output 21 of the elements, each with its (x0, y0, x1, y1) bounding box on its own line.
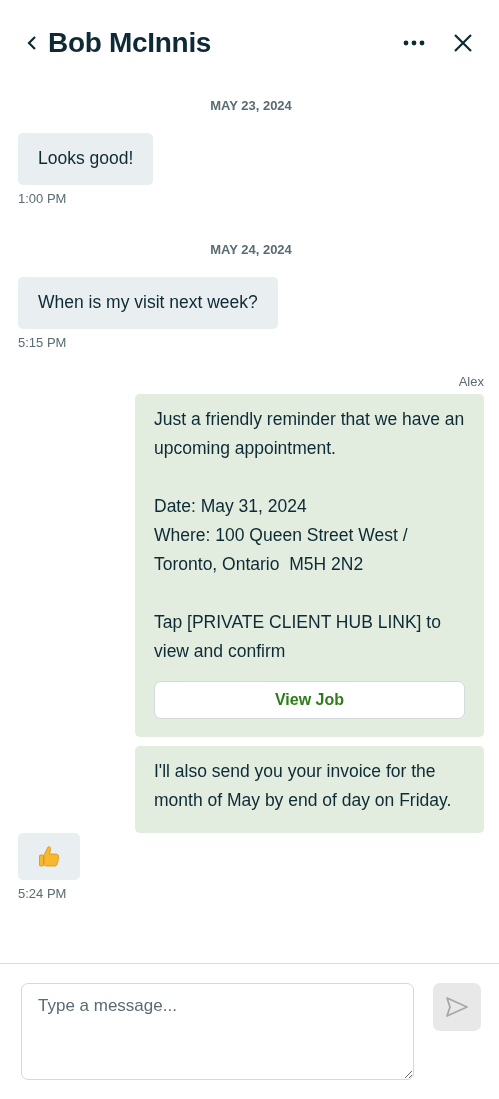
send-icon (445, 996, 469, 1018)
close-icon (453, 33, 473, 53)
date-divider: MAY 23, 2024 (209, 98, 293, 113)
close-button[interactable] (453, 33, 473, 53)
more-button[interactable] (403, 40, 425, 46)
message-text: I'll also send you your invoice for the month of May by end of day on Friday. (154, 761, 452, 810)
date-divider: MAY 24, 2024 (209, 242, 293, 257)
message-time: 1:00 PM (18, 191, 67, 206)
message-input[interactable]: Type a message... (21, 983, 414, 1080)
back-button[interactable] (26, 34, 38, 52)
message-time: 5:15 PM (18, 335, 67, 350)
message-text: Just a friendly reminder that we have an upcoming appointment. Date: May 31, 2024 Where: 100 Queen Street West / Toronto, Ontario M5H 2N2 Tap [PRIVATE CLIENT HUB LINK] to view and confirm (154, 409, 466, 661)
sender-name: Alex (458, 374, 484, 389)
view-job-button[interactable]: View Job (154, 681, 465, 719)
message-text: Looks good! (38, 148, 134, 168)
contact-name: Bob McInnis (48, 27, 213, 59)
thumbs-up-icon (38, 844, 60, 869)
message-time: 5:24 PM (18, 886, 67, 901)
message-text: When is my visit next week? (38, 292, 258, 312)
more-icon (403, 40, 425, 46)
back-icon (26, 34, 38, 52)
